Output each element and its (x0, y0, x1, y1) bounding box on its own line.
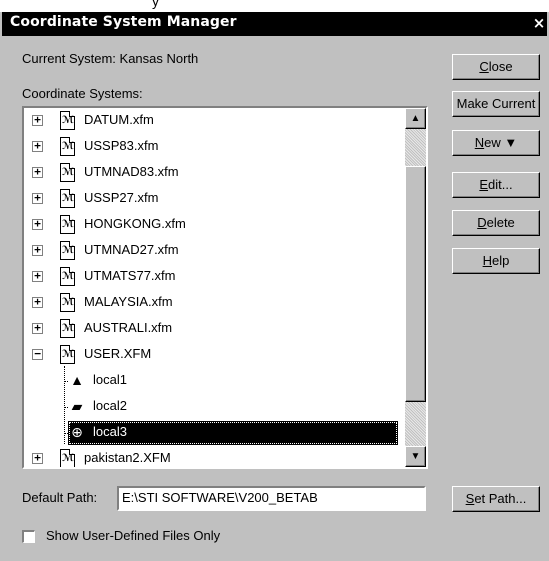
default-path-field[interactable]: E:\STI SOFTWARE\V200_BETAB (117, 486, 426, 511)
tree-row-label: USSP83.xfm (84, 138, 159, 153)
new-dropdown-button[interactable]: New ▼ (452, 130, 540, 156)
tree-row-label: UTMATS77.xfm (84, 268, 176, 283)
tree-row-australi[interactable]: + AUSTRALI.xfm (24, 316, 405, 342)
tree-row-label: AUSTRALI.xfm (84, 320, 173, 335)
set-path-button[interactable]: Set Path... (452, 486, 540, 512)
close-button[interactable]: Close (452, 54, 540, 80)
button-mnemonic: C (479, 59, 489, 74)
scrollbar-thumb[interactable] (405, 166, 426, 402)
tree-row-label: local2 (93, 398, 127, 413)
button-mnemonic: N (474, 135, 485, 150)
help-button[interactable]: Help (452, 248, 540, 274)
tree-row-label: UTMNAD27.xfm (84, 242, 179, 257)
grid-plane-icon: ▰ (71, 398, 83, 414)
tree-viewport: + DATUM.xfm + USSP83.xfm + UTMNAD83.xfm … (24, 108, 405, 467)
button-label: lose (488, 59, 513, 74)
tree-row-hongkong[interactable]: + HONGKONG.xfm (24, 212, 405, 238)
expand-plus-icon[interactable]: + (32, 244, 43, 256)
button-label: et Path... (474, 491, 527, 506)
expand-plus-icon[interactable]: + (32, 140, 43, 152)
close-icon[interactable]: × (531, 12, 547, 34)
dialog-title: Coordinate System Manager (10, 14, 237, 30)
coordinate-systems-tree[interactable]: + DATUM.xfm + USSP83.xfm + UTMNAD83.xfm … (22, 106, 428, 469)
xfm-file-icon (60, 293, 75, 312)
grid-pyramid-icon: ▲ (70, 372, 84, 388)
tree-row-utmnad27[interactable]: + UTMNAD27.xfm (24, 238, 405, 264)
expand-plus-icon[interactable]: + (32, 192, 43, 204)
arrow-up-icon: ▲ (410, 113, 421, 124)
tree-row-ussp27[interactable]: + USSP27.xfm (24, 186, 405, 212)
coordinate-systems-label: Coordinate Systems: (22, 86, 143, 101)
scroll-down-button[interactable]: ▼ (405, 446, 426, 467)
tree-row-datum[interactable]: + DATUM.xfm (24, 108, 405, 134)
button-mnemonic: D (477, 215, 487, 230)
xfm-file-icon (60, 137, 75, 156)
tree-row-utmnad83[interactable]: + UTMNAD83.xfm (24, 160, 405, 186)
button-label: elp (492, 253, 510, 268)
tree-row-utmats77[interactable]: + UTMATS77.xfm (24, 264, 405, 290)
button-label: Make Current (456, 96, 536, 111)
tree-row-label: local3 (93, 424, 127, 439)
expand-plus-icon[interactable]: + (32, 322, 43, 334)
xfm-file-icon (60, 449, 75, 467)
xfm-file-icon (60, 241, 75, 260)
expand-plus-icon[interactable]: + (32, 218, 43, 230)
collapse-minus-icon[interactable]: − (32, 348, 43, 360)
tree-row-local1[interactable]: ▲ local1 (24, 368, 405, 394)
xfm-file-icon (60, 163, 75, 182)
default-path-label: Default Path: (22, 490, 98, 505)
tree-row-malaysia[interactable]: + MALAYSIA.xfm (24, 290, 405, 316)
make-current-button[interactable]: Make Current (452, 91, 540, 117)
expand-plus-icon[interactable]: + (32, 296, 43, 308)
xfm-file-icon (60, 111, 75, 130)
coordinate-system-manager-dialog: Coordinate System Manager × Current Syst… (0, 12, 549, 561)
title-bar[interactable]: Coordinate System Manager × (2, 12, 547, 36)
button-mnemonic: H (482, 253, 493, 268)
delete-button[interactable]: Delete (452, 210, 540, 236)
edit-button[interactable]: Edit... (452, 172, 540, 198)
tree-row-label: UTMNAD83.xfm (84, 164, 179, 179)
tree-row-label: pakistan2.XFM (84, 450, 171, 465)
tree-row-label: HONGKONG.xfm (84, 216, 186, 231)
tree-row-user[interactable]: − USER.XFM (24, 342, 405, 368)
expand-plus-icon[interactable]: + (32, 114, 43, 126)
background-title-fragment: y (152, 0, 159, 9)
xfm-file-icon (60, 215, 75, 234)
tree-row-label: USSP27.xfm (84, 190, 159, 205)
expand-plus-icon[interactable]: + (32, 452, 43, 464)
globe-icon: ⊕ (71, 424, 83, 440)
show-user-defined-checkbox[interactable] (22, 530, 35, 543)
tree-row-label: local1 (93, 372, 127, 387)
tree-row-ussp83[interactable]: + USSP83.xfm (24, 134, 405, 160)
tree-row-pakistan2-partial[interactable]: + pakistan2.XFM (24, 446, 405, 467)
button-label: dit... (488, 177, 513, 192)
button-label: ew ▼ (484, 135, 518, 150)
xfm-file-icon (60, 319, 75, 338)
tree-row-label: USER.XFM (84, 346, 152, 361)
expand-plus-icon[interactable]: + (32, 270, 43, 282)
tree-row-label: MALAYSIA.xfm (84, 294, 173, 309)
button-label: elete (486, 215, 515, 230)
arrow-down-icon: ▼ (410, 451, 421, 462)
current-system-label: Current System: Kansas North (22, 51, 199, 66)
tree-row-local3-selected[interactable]: ⊕ local3 (24, 420, 405, 446)
tree-row-local2[interactable]: ▰ local2 (24, 394, 405, 420)
tree-row-label: DATUM.xfm (84, 112, 154, 127)
button-mnemonic: S (465, 491, 475, 506)
xfm-file-icon (60, 189, 75, 208)
button-mnemonic: E (479, 177, 489, 192)
expand-plus-icon[interactable]: + (32, 166, 43, 178)
scroll-up-button[interactable]: ▲ (405, 108, 426, 129)
xfm-file-icon (60, 267, 75, 286)
show-user-defined-label[interactable]: Show User-Defined Files Only (46, 528, 220, 543)
vertical-scrollbar[interactable]: ▲ ▼ (405, 108, 426, 467)
xfm-file-icon (60, 345, 75, 364)
